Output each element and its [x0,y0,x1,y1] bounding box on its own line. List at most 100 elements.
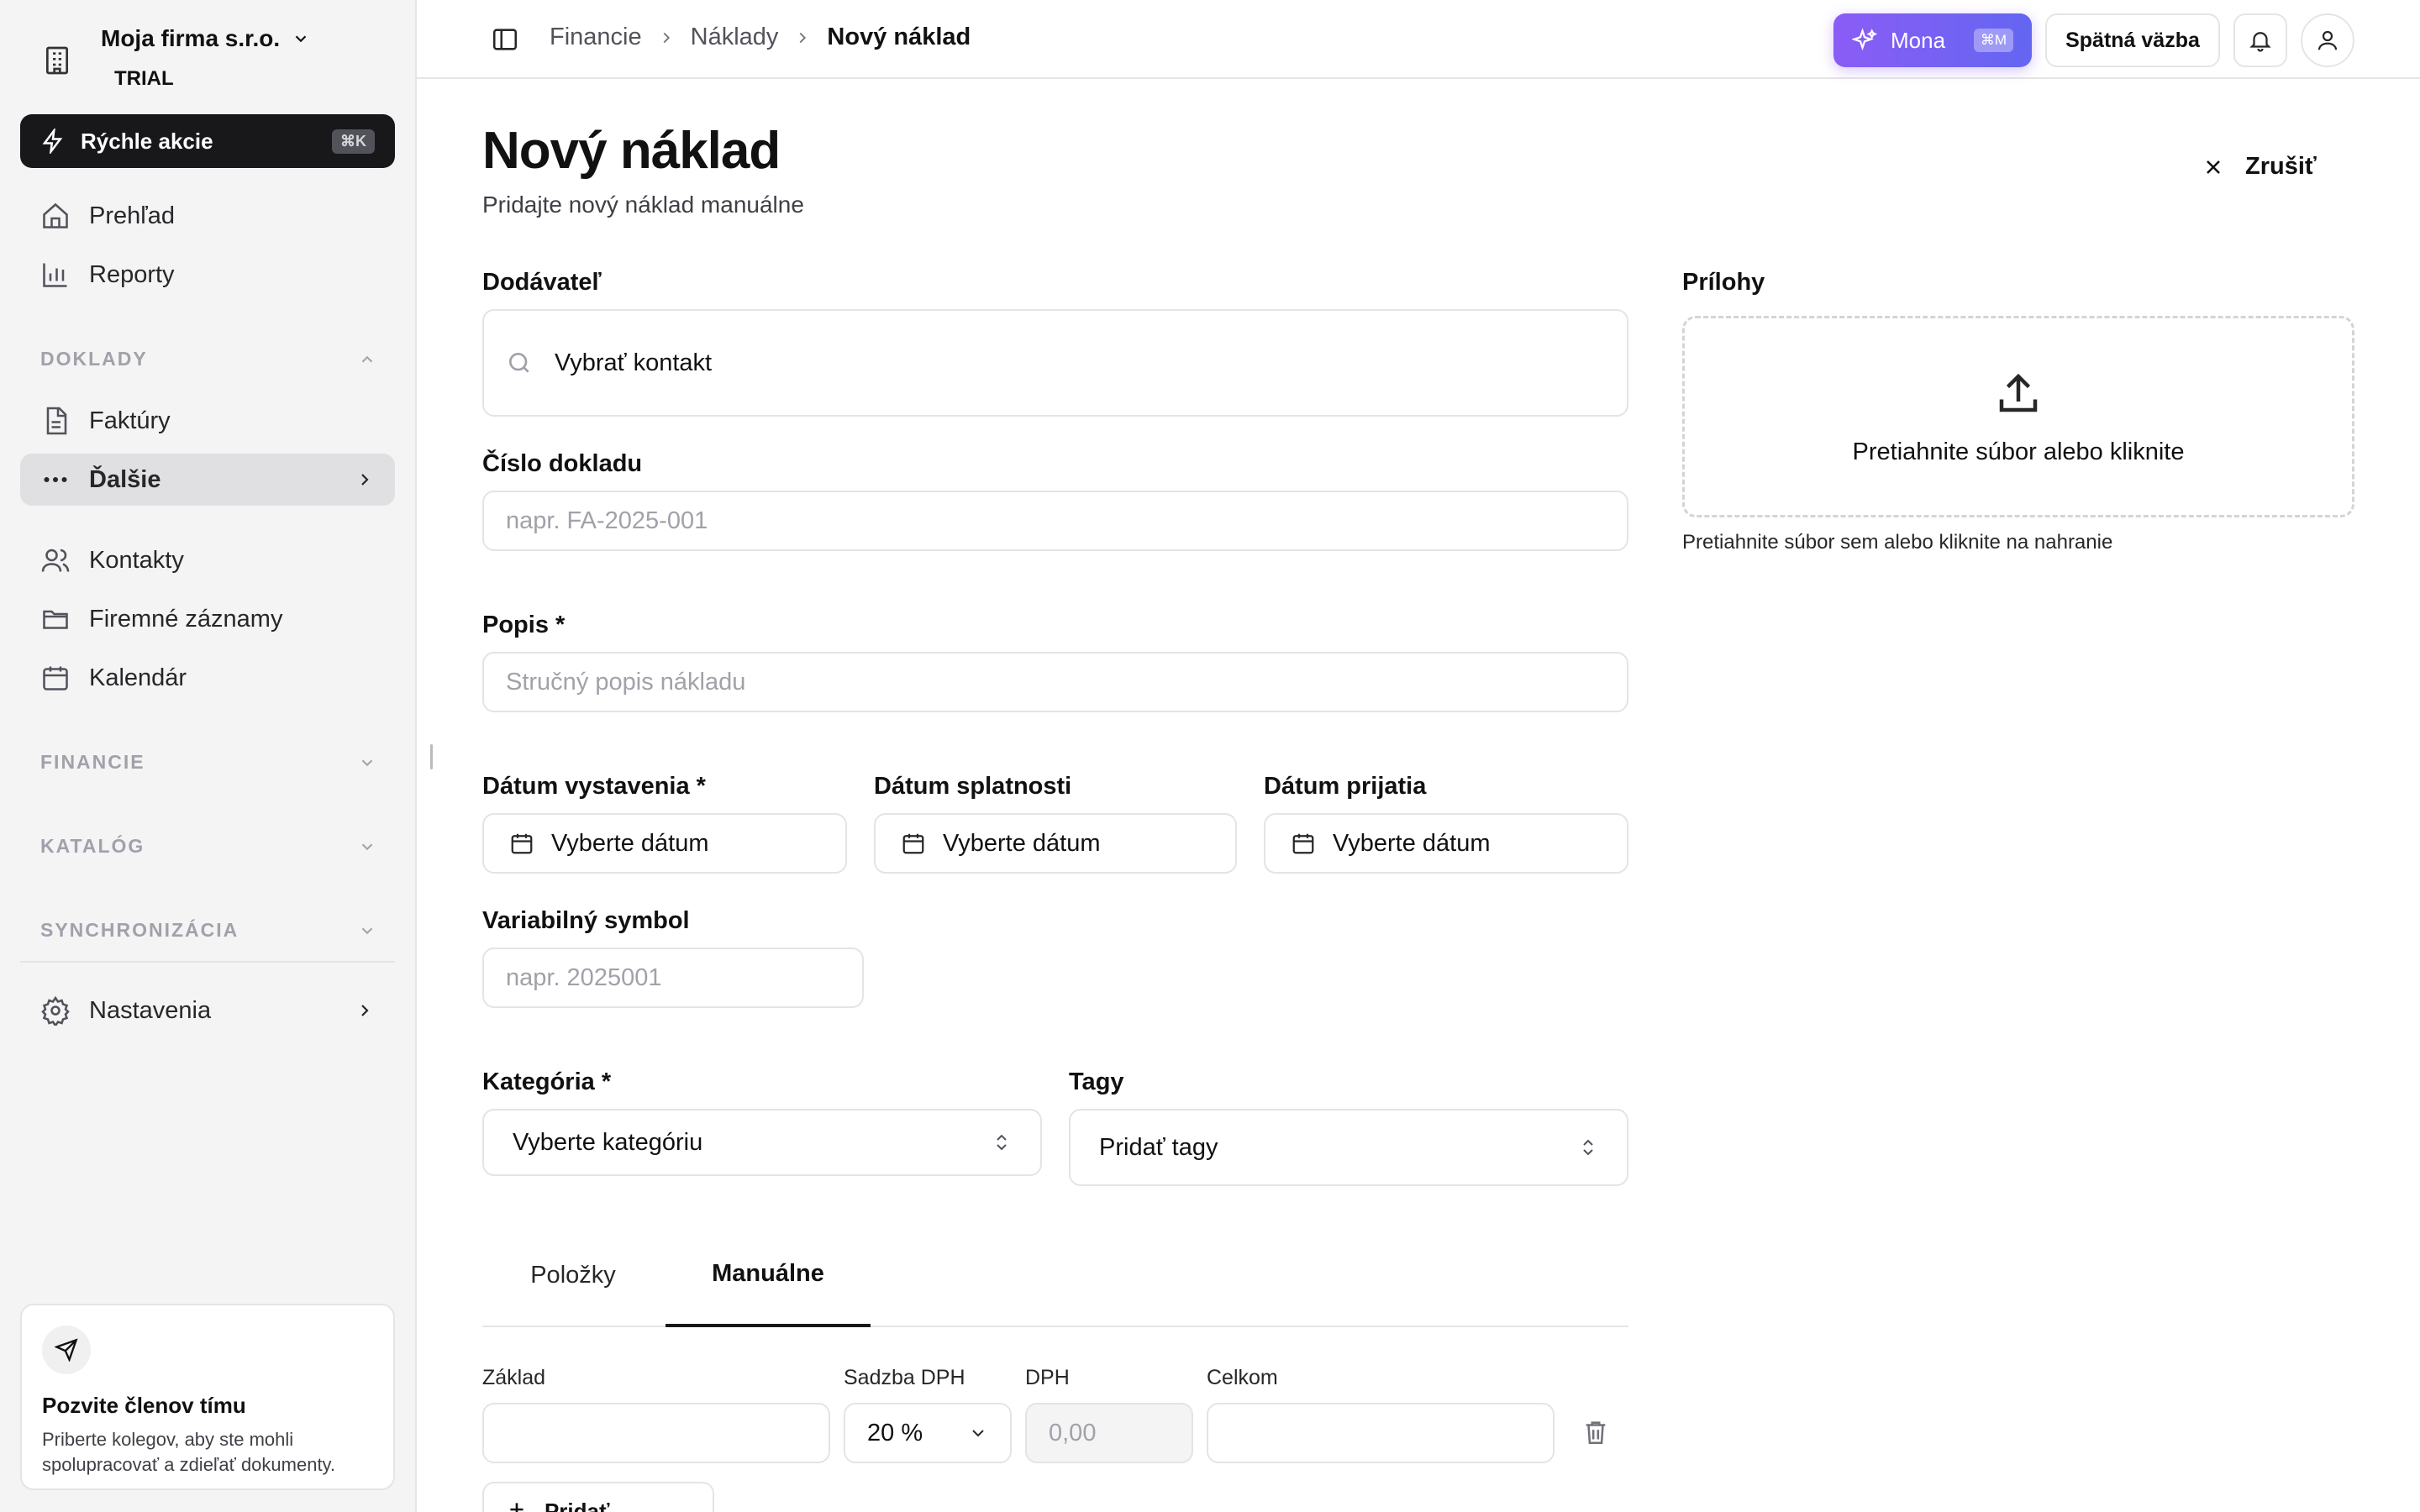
invite-title: Pozvite členov tímu [42,1393,246,1418]
invite-card[interactable]: Pozvite členov tímu Priberte kolegov, ab… [20,1304,395,1490]
total-label: Celkom [1207,1366,1278,1389]
plan-badge: TRIAL [114,67,174,90]
calendar-icon [511,833,533,854]
sidebar-item-firemne-zaznamy[interactable]: Firemné záznamy [20,593,395,645]
tags-select[interactable]: Pridať tagy [1069,1109,1628,1186]
vat-input: 0,00 [1025,1403,1193,1463]
sidebar-divider [20,961,395,963]
cancel-button[interactable]: Zrušiť [2202,153,2317,181]
calendar-icon [43,666,68,690]
section-label: SYNCHRONIZÁCIA [40,919,239,941]
supplier-label: Dodávateľ [482,269,602,296]
amounts-tabs: Položky Manuálne [482,1223,1628,1327]
mona-assistant-button[interactable]: Mona ⌘M [1833,13,2032,67]
vat-label: DPH [1025,1366,1070,1389]
bar-chart-icon [43,263,67,287]
issue-date-picker[interactable]: Vyberte dátum [482,813,847,874]
section-doklady[interactable]: DOKLADY [40,348,376,370]
chevron-up-down-icon [1583,1139,1593,1156]
sidebar-item-reporty[interactable]: Reporty [20,249,395,301]
sidebar-item-faktury[interactable]: Faktúry [20,395,395,447]
section-label: KATALÓG [40,835,145,857]
description-label: Popis * [482,612,566,638]
due-date-picker[interactable]: Vyberte dátum [874,813,1237,874]
page-subtitle: Pridajte nový náklad manuálne [482,192,804,218]
quick-actions-button[interactable]: Rýchle akcie ⌘K [20,114,395,168]
received-date-picker[interactable]: Vyberte dátum [1264,813,1628,874]
tab-polozky[interactable]: Položky [482,1223,664,1327]
company-name: Moja firma s.r.o. [101,25,281,51]
category-label: Kategória * [482,1068,612,1095]
vat-rate-value: 20 % [867,1419,923,1446]
sidebar-item-label: Kontakty [89,546,184,574]
chevron-right-icon [800,32,807,43]
variable-symbol-input[interactable]: napr. 2025001 [482,948,864,1008]
due-date-value: Vyberte dátum [943,829,1101,857]
user-icon [2317,30,2338,50]
lightning-icon [42,129,63,154]
sidebar-item-nastavenia[interactable]: Nastavenia [20,984,395,1037]
doc-number-input[interactable]: napr. FA-2025-001 [482,491,1628,551]
plus-icon [510,1503,523,1512]
vat-rate-label: Sadzba DPH [844,1366,965,1389]
building-icon [46,46,68,75]
tags-label: Tagy [1069,1068,1124,1095]
dropzone-text: Pretiahnite súbor alebo kliknite [1852,438,2185,465]
chevron-right-icon [361,1005,369,1016]
calendar-icon [902,833,924,854]
users-icon [41,549,70,572]
chevron-down-icon [361,843,373,850]
supplier-search-input[interactable]: Vybrať kontakt [482,309,1628,417]
bell-icon [2249,32,2271,52]
issue-date-label: Dátum vystavenia * [482,773,706,800]
chevron-right-icon [361,474,369,486]
vat-rate-select[interactable]: 20 % [844,1403,1012,1463]
breadcrumb-financie[interactable]: Financie [550,24,642,51]
category-select[interactable]: Vyberte kategóriu [482,1109,1042,1176]
base-input[interactable] [482,1403,830,1463]
file-dropzone[interactable]: Pretiahnite súbor alebo kliknite [1682,316,2354,517]
sidebar-item-label: Kalendár [89,664,187,691]
calendar-icon [1292,833,1314,854]
sidebar-resize-handle[interactable] [430,744,433,769]
sidebar-item-label: Reporty [89,260,175,288]
add-rate-label: Pridať sadzbu [544,1499,610,1512]
notifications-button[interactable] [2233,13,2287,67]
variable-symbol-label: Variabilný symbol [482,907,690,934]
chevron-down-icon [361,927,373,934]
variable-symbol-placeholder: napr. 2025001 [506,963,662,991]
total-input[interactable] [1207,1403,1555,1463]
section-financie[interactable]: FINANCIE [40,751,376,774]
quick-actions-label: Rýchle akcie [81,128,213,154]
sidebar-item-prehlad[interactable]: Prehľad [20,190,395,242]
sidebar-item-label: Faktúry [89,407,171,434]
section-synchronizacia[interactable]: SYNCHRONIZÁCIA [40,919,376,942]
description-placeholder: Stručný popis nákladu [506,668,746,696]
section-katalog[interactable]: KATALÓG [40,835,376,858]
chevron-down-icon [295,35,307,43]
sidebar-item-dalsie[interactable]: Ďalšie [20,454,395,506]
tags-value: Pridať tagy [1099,1133,1218,1161]
sidebar-item-label: Firemné záznamy [89,605,283,633]
tab-manualne[interactable]: Manuálne [666,1223,871,1327]
chevron-down-icon [361,759,373,766]
breadcrumb-current: Nový náklad [827,24,971,50]
description-input[interactable]: Stručný popis nákladu [482,652,1628,712]
received-date-label: Dátum prijatia [1264,773,1427,800]
document-icon [46,407,67,435]
doc-number-placeholder: napr. FA-2025-001 [506,507,708,534]
trash-icon[interactable] [1581,1418,1610,1446]
breadcrumb-naklady[interactable]: Náklady [691,24,779,51]
feedback-button[interactable]: Spätná väzba [2045,13,2220,67]
section-label: FINANCIE [40,751,145,773]
user-menu-button[interactable] [2301,13,2354,67]
quick-actions-shortcut: ⌘K [332,129,375,154]
folder-icon [43,610,68,629]
sidebar-item-kalendar[interactable]: Kalendár [20,652,395,704]
add-rate-button[interactable]: Pridať sadzbu [482,1482,714,1512]
sidebar-toggle-icon[interactable] [491,25,519,54]
sidebar-item-kontakty[interactable]: Kontakty [20,534,395,586]
more-icon [44,477,67,482]
sparkle-icon [1852,28,1877,51]
search-icon [509,353,529,373]
